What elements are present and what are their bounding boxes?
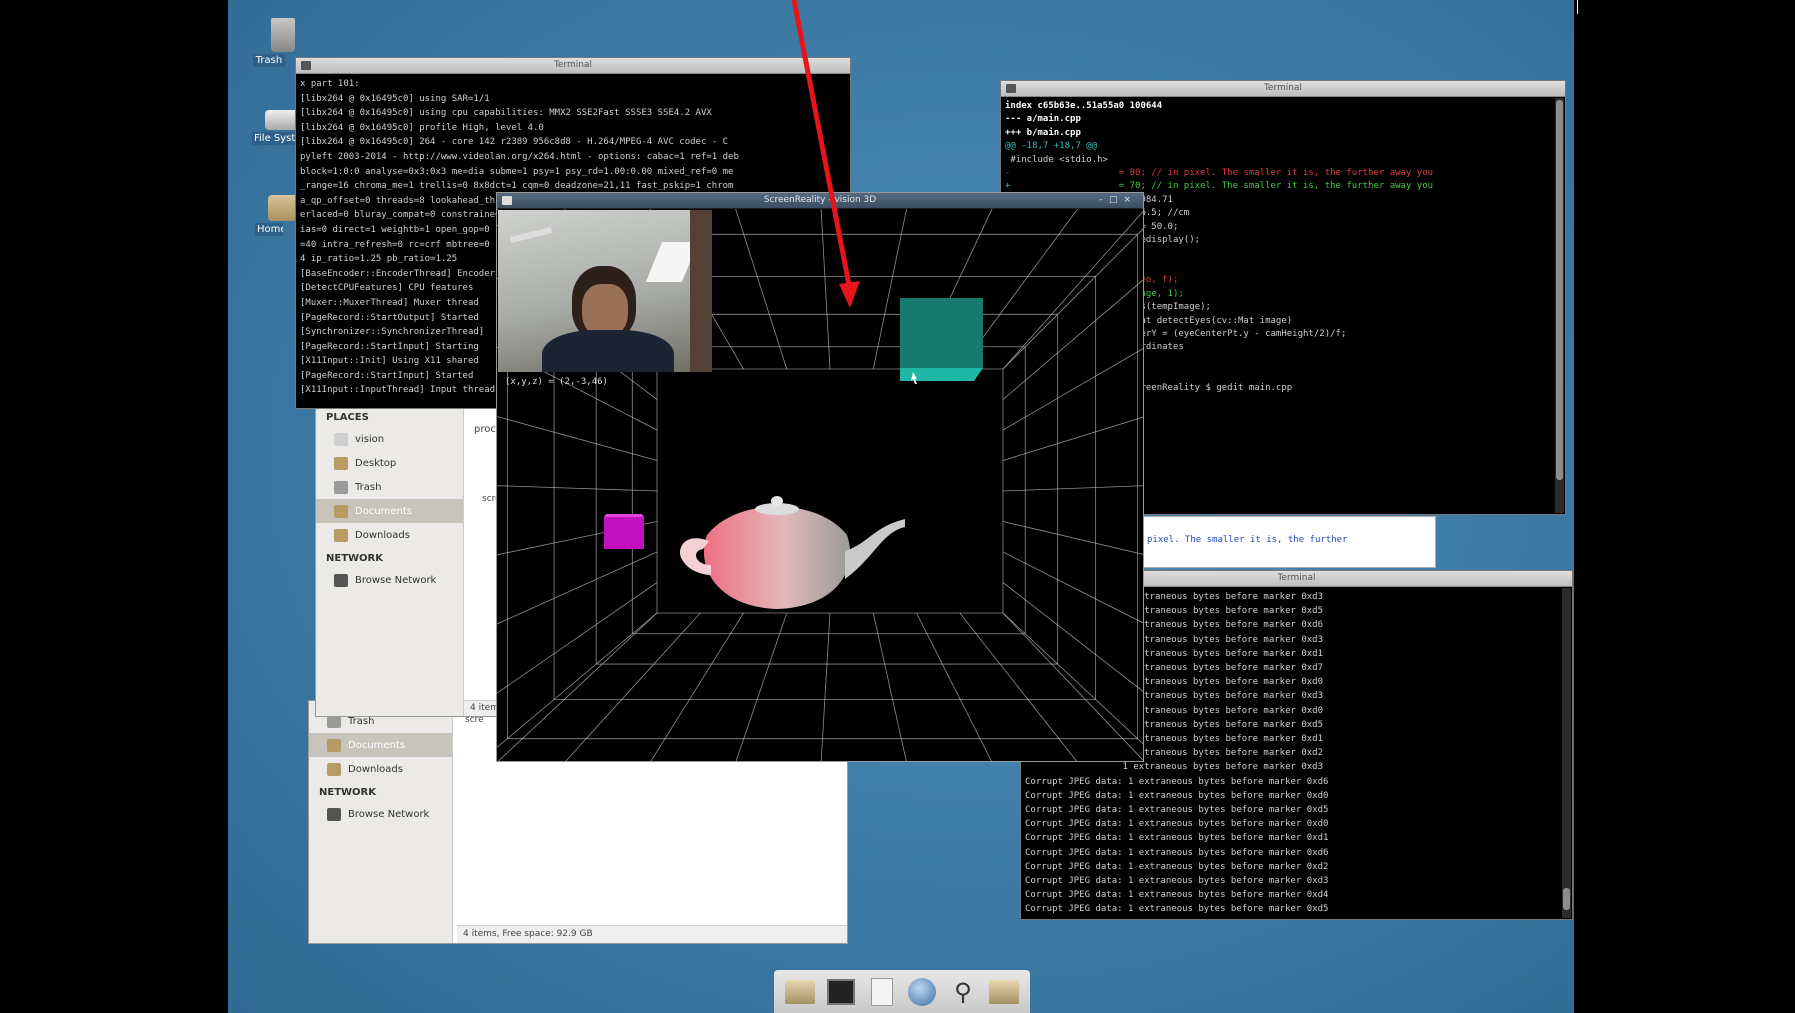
video-frame: Trash File System Home TrashDocumentsDow… xyxy=(0,0,1795,1013)
annotation-arrow xyxy=(791,0,860,308)
frame-border xyxy=(1577,0,1578,14)
